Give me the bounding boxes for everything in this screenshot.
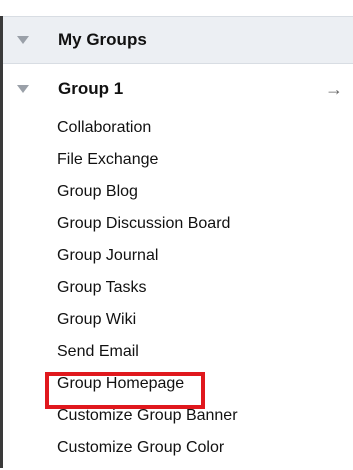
- collapse-triangle-icon[interactable]: [17, 36, 29, 44]
- arrow-right-icon[interactable]: →: [325, 79, 343, 99]
- group-wiki-link[interactable]: Group Wiki: [57, 310, 238, 342]
- group-tasks-link[interactable]: Group Tasks: [57, 278, 238, 310]
- send-email-link[interactable]: Send Email: [57, 342, 238, 374]
- group-1-row[interactable]: Group 1 →: [3, 77, 353, 103]
- group-journal-link[interactable]: Group Journal: [57, 246, 238, 278]
- group-blog-link[interactable]: Group Blog: [57, 182, 238, 214]
- my-groups-panel: My Groups Group 1 → Collaboration File E…: [0, 0, 353, 468]
- collaboration-link[interactable]: Collaboration: [57, 118, 238, 150]
- my-groups-header[interactable]: My Groups: [3, 16, 353, 64]
- group-discussion-board-link[interactable]: Group Discussion Board: [57, 214, 238, 246]
- panel-left-border: [0, 0, 3, 468]
- group-homepage-highlight: [45, 372, 205, 409]
- group-tools-list: Collaboration File Exchange Group Blog G…: [57, 118, 238, 470]
- customize-group-banner-link[interactable]: Customize Group Banner: [57, 406, 238, 438]
- customize-group-color-link[interactable]: Customize Group Color: [57, 438, 238, 470]
- group-collapse-triangle-icon[interactable]: [17, 85, 29, 93]
- top-spacer: [0, 0, 353, 16]
- my-groups-title: My Groups: [58, 30, 147, 49]
- group-1-title: Group 1: [58, 79, 124, 98]
- file-exchange-link[interactable]: File Exchange: [57, 150, 238, 182]
